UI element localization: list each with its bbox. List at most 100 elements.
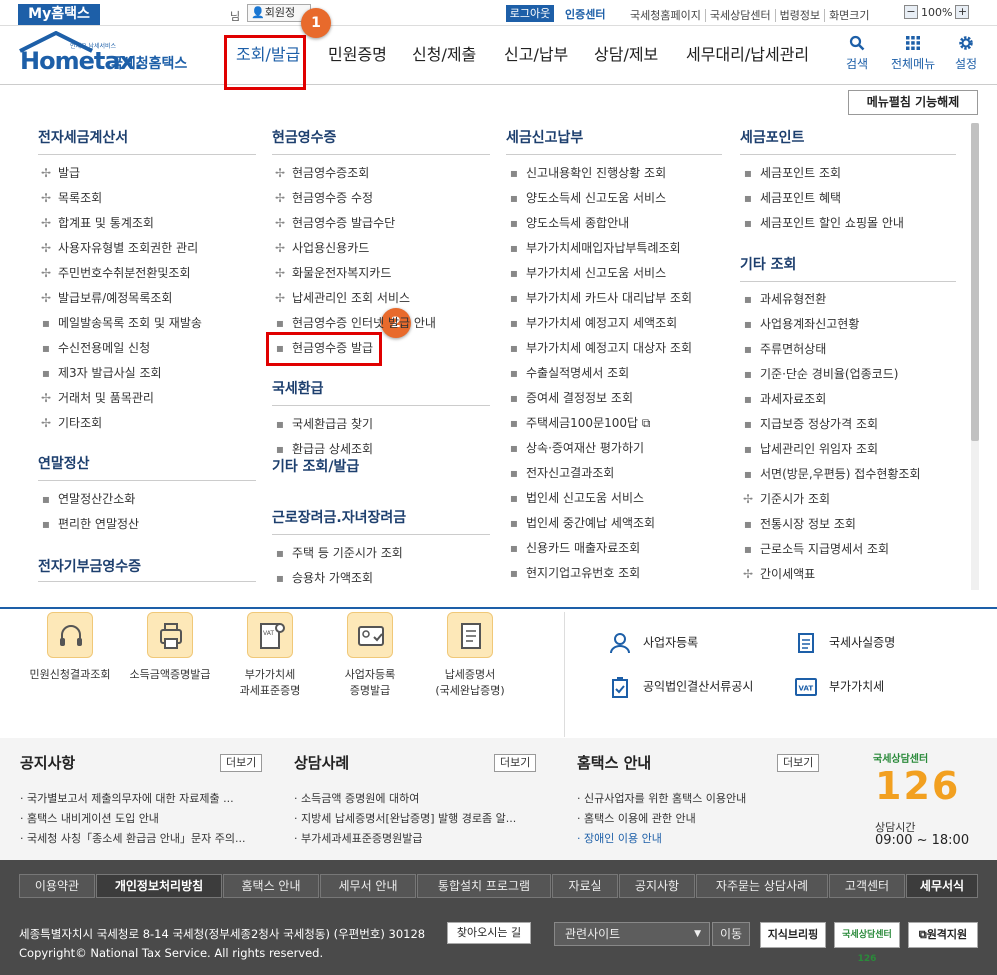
guide-item[interactable]: · 홈택스 이용에 관한 안내	[577, 810, 696, 826]
menu-item[interactable]: ✢ 발급	[38, 163, 256, 188]
move-button[interactable]: 이동	[712, 922, 750, 946]
menu-item[interactable]: ✢ 사용자유형별 조회권한 관리	[38, 238, 256, 263]
menu-item[interactable]: ▪ 국세환급금 찾기	[272, 414, 490, 439]
menu-item[interactable]: ▪ 근로소득 지급명세서 조회	[740, 539, 956, 564]
guide-item[interactable]: · 장애인 이용 안내	[577, 830, 662, 846]
menu-item[interactable]: ✢ 발급보류/예정목록조회	[38, 288, 256, 313]
nav-tax-agent[interactable]: 세무대리/납세관리	[686, 35, 809, 75]
related-sites-select[interactable]: 관련사이트 ▼	[554, 922, 710, 946]
menu-item[interactable]: ▪ 부가가치세 예정고지 대상자 조회	[506, 338, 722, 363]
menu-item[interactable]: ▪ 증여세 결정정보 조회	[506, 388, 722, 413]
nav-application[interactable]: 신청/제출	[412, 35, 476, 75]
footer-link-customer-center[interactable]: 고객센터	[829, 874, 905, 898]
menu-item[interactable]: ▪ 세금포인트 조회	[740, 163, 956, 188]
zoom-in-button[interactable]: +	[955, 5, 970, 19]
menu-item[interactable]: ▪ 과세자료조회	[740, 389, 956, 414]
menu-item[interactable]: ▪ 연말정산간소화	[38, 489, 256, 514]
tax-consult-center-link[interactable]: 국세상담센터	[704, 9, 775, 22]
menu-item[interactable]: ▪ 주택세금100문100답 ⧉	[506, 413, 722, 438]
menu-item[interactable]: ✢ 간이세액표	[740, 564, 956, 589]
menu-item[interactable]: ▪ 수출실적명세서 조회	[506, 363, 722, 388]
find-location-button[interactable]: 찾아오시는 길	[447, 922, 531, 944]
business-registration-link[interactable]: 사업자등록	[609, 632, 698, 654]
guide-item[interactable]: · 신규사업자를 위한 홈택스 이용안내	[577, 790, 746, 806]
menu-item[interactable]: ▪ 신용카드 매출자료조회	[506, 538, 722, 563]
footer-link-tax-office[interactable]: 세무서 안내	[320, 874, 416, 898]
consult-126-badge[interactable]: 국세상담센터 126	[834, 922, 900, 964]
footer-link-terms[interactable]: 이용약관	[19, 874, 95, 898]
menu-item[interactable]: ▪ 주택 등 기준시가 조회	[272, 543, 490, 568]
notice-item[interactable]: · 국세청 사칭「종소세 환급금 안내」문자 주의...	[20, 830, 246, 846]
quick-service[interactable]: 사업자등록 증명발급	[320, 612, 420, 698]
menu-item[interactable]: ▪ 수신전용메일 신청	[38, 338, 256, 363]
notice-item[interactable]: · 홈택스 내비게이션 도입 안내	[20, 810, 159, 826]
guide-more-button[interactable]: 더보기	[777, 754, 820, 772]
menu-item[interactable]: ✢ 현금영수증 발급수단	[272, 213, 490, 238]
menu-item[interactable]: ✢ 기타조회	[38, 413, 256, 438]
footer-link-hometax-guide[interactable]: 홈택스 안내	[223, 874, 319, 898]
nts-homepage-link[interactable]: 국세청홈페이지	[626, 9, 705, 22]
notice-more-button[interactable]: 더보기	[220, 754, 263, 772]
menu-item[interactable]: ▪ 양도소득세 종합안내	[506, 213, 722, 238]
footer-link-privacy[interactable]: 개인정보처리방침	[96, 874, 222, 898]
menu-item[interactable]: ✢ 사업용신용카드	[272, 238, 490, 263]
menu-scrollbar-thumb[interactable]	[971, 123, 979, 441]
menu-item[interactable]: ▪ 납세관리인 위임자 조회	[740, 439, 956, 464]
menu-item[interactable]: ▪ 법인세 중간예납 세액조회	[506, 513, 722, 538]
cash-receipt-issue-link[interactable]: ▪ 현금영수증 발급	[272, 338, 490, 363]
menu-item[interactable]: ▪ 현지기업고유번호 조회	[506, 563, 722, 588]
nav-civil-certificate[interactable]: 민원증명	[328, 35, 387, 75]
hometax-logo[interactable]: 언제오 남세서비스 Hometax. 국세청홈택스	[18, 31, 208, 75]
all-menu-tool[interactable]: 전체메뉴	[891, 35, 935, 72]
consult-item[interactable]: · 지방세 납세증명서[완납증명] 발행 경로좀 알...	[294, 810, 516, 826]
menu-item[interactable]: ✢ 기준시가 조회	[740, 489, 956, 514]
menu-item[interactable]: ✢ 납세관리인 조회 서비스	[272, 288, 490, 313]
quick-service[interactable]: 민원신청결과조회	[20, 612, 120, 682]
search-tool[interactable]: 검색	[846, 35, 868, 72]
zoom-out-button[interactable]: −	[904, 5, 918, 19]
menu-item[interactable]: ✢ 주민번호수취분전환및조회	[38, 263, 256, 288]
tax-consult-center-banner[interactable]: 국세상담센터 126 상담시간 09:00 ~ 18:00	[873, 750, 983, 850]
footer-link-library[interactable]: 자료실	[552, 874, 618, 898]
menu-item[interactable]: ▪ 전자신고결과조회	[506, 463, 722, 488]
consult-more-button[interactable]: 더보기	[494, 754, 537, 772]
menu-item[interactable]: ▪ 승용차 가액조회	[272, 568, 490, 593]
menu-item[interactable]: ▪ 세금포인트 할인 쇼핑몰 안내	[740, 213, 956, 238]
consult-item[interactable]: · 소득금액 증명원에 대하여	[294, 790, 419, 806]
menu-item[interactable]: ▪ 편리한 연말정산	[38, 514, 256, 539]
menu-item[interactable]: ▪ 지급보증 정상가격 조회	[740, 414, 956, 439]
quick-service[interactable]: VAT 부가가치세 과세표준증명	[220, 612, 320, 698]
nav-report-payment[interactable]: 신고/납부	[504, 35, 568, 75]
menu-scrollbar[interactable]	[971, 123, 979, 590]
menu-item[interactable]: ▪ 법인세 신고도움 서비스	[506, 488, 722, 513]
menu-item[interactable]: ✢ 현금영수증조회	[272, 163, 490, 188]
footer-link-tax-forms[interactable]: 세무서식	[906, 874, 978, 898]
menu-item[interactable]: ▪ 현금영수증 인터넷 발급 안내	[272, 313, 490, 338]
menu-item[interactable]: ▪ 상속·증여재산 평가하기	[506, 438, 722, 463]
menu-item[interactable]: ▪ 부가가치세 예정고지 세액조회	[506, 313, 722, 338]
nav-consult[interactable]: 상담/제보	[594, 35, 658, 75]
menu-item[interactable]: ▪ 메일발송목록 조회 및 재발송	[38, 313, 256, 338]
footer-link-notice[interactable]: 공지사항	[619, 874, 695, 898]
my-hometax-button[interactable]: My홈택스	[18, 4, 100, 25]
remote-support-badge[interactable]: ⧉원격지원	[908, 922, 978, 948]
menu-item[interactable]: ▪ 부가가치세매입자납부특례조회	[506, 238, 722, 263]
menu-item[interactable]: ▪ 사업용계좌신고현황	[740, 314, 956, 339]
menu-item[interactable]: ✢ 합계표 및 통계조회	[38, 213, 256, 238]
menu-item[interactable]: ✢ 화물운전자복지카드	[272, 263, 490, 288]
menu-item[interactable]: ▪ 주류면허상태	[740, 339, 956, 364]
menu-item[interactable]: ▪ 양도소득세 신고도움 서비스	[506, 188, 722, 213]
menu-item[interactable]: ✢ 거래처 및 품목관리	[38, 388, 256, 413]
quick-service[interactable]: 소득금액증명발급	[120, 612, 220, 682]
vat-link[interactable]: VAT 부가가치세	[795, 676, 884, 698]
menu-expand-toggle-button[interactable]: 메뉴펼침 기능해제	[848, 90, 978, 115]
menu-item[interactable]: ▪ 서면(방문,우편등) 접수현황조회	[740, 464, 956, 489]
notice-item[interactable]: · 국가별보고서 제출의무자에 대한 자료제출 ...	[20, 790, 234, 806]
menu-item[interactable]: ▪ 신고내용확인 진행상황 조회	[506, 163, 722, 188]
settings-tool[interactable]: 설정	[955, 35, 977, 72]
law-info-link[interactable]: 법령정보	[774, 9, 825, 22]
menu-item[interactable]: ▪ 전통시장 정보 조회	[740, 514, 956, 539]
public-corp-disclosure-link[interactable]: 공익법인결산서류공시	[609, 676, 753, 698]
footer-link-install-program[interactable]: 통합설치 프로그램	[417, 874, 551, 898]
menu-item[interactable]: ✢ 목록조회	[38, 188, 256, 213]
